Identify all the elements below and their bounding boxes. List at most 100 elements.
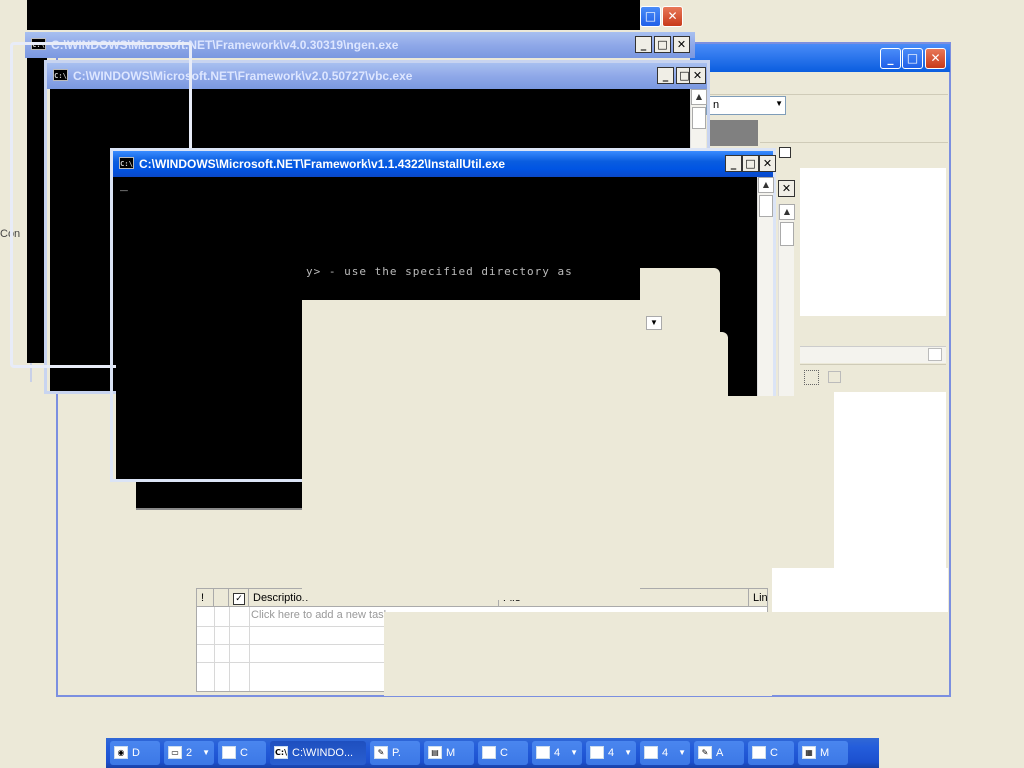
taskbar-button[interactable]: 4 ▼ (640, 741, 690, 765)
taskbar-button-label: C (770, 747, 778, 759)
taskbar-button[interactable]: C (218, 741, 266, 765)
taskbar-button-label: C (240, 747, 248, 759)
ide-panel-close-button[interactable]: ✕ (778, 180, 795, 197)
top-window-maximize-button[interactable]: □ (640, 6, 661, 27)
taskbar-button[interactable]: C:\ C:\WINDO... (270, 741, 366, 765)
task-col-line (249, 607, 250, 691)
task-col-checked[interactable]: ✓ (229, 589, 249, 607)
taskbar-button-label: 4 (554, 747, 561, 759)
ide-properties-panel-lower (772, 568, 948, 612)
ngen-maximize-button[interactable]: □ (654, 36, 671, 53)
dropdown-arrow-icon[interactable]: ▼ (775, 99, 783, 108)
window-icon (752, 746, 766, 759)
ide-panel-icon[interactable] (779, 147, 791, 158)
scroll-thumb[interactable] (692, 107, 706, 129)
ide-explorer-panel (800, 168, 946, 316)
tool-icon: ✎ (698, 746, 712, 759)
ide-panel-scrollbar[interactable]: ▲ (778, 204, 795, 396)
taskbar-button-label: C:\WINDO... (292, 747, 354, 759)
taskbar-button[interactable]: ✎ P. (370, 741, 420, 765)
taskbar-button[interactable]: 4 ▼ (532, 741, 582, 765)
scroll-up-icon[interactable]: ▲ (758, 177, 774, 193)
taskbar-button[interactable]: ▤ M (424, 741, 474, 765)
task-col-priority[interactable]: ! (197, 589, 214, 607)
taskbar-button-label: 4 (662, 747, 669, 759)
installutil-close-button[interactable]: ✕ (759, 155, 776, 172)
chevron-down-icon: ▼ (202, 748, 210, 757)
folder-group-icon: ▭ (168, 746, 182, 759)
ngen-minimize-button[interactable]: _ (635, 36, 652, 53)
chevron-down-icon: ▼ (570, 748, 578, 757)
window-group-icon (644, 746, 658, 759)
ngen-close-button[interactable]: ✕ (673, 36, 690, 53)
ide-properties-toolbar (800, 364, 946, 391)
property-pages-icon[interactable] (828, 371, 841, 383)
scroll-down-fragment[interactable]: ▼ (646, 316, 662, 330)
paint-tool-icon: ✎ (374, 746, 388, 759)
console-icon: C:\ (274, 746, 288, 759)
taskbar-button-label: A (716, 747, 724, 759)
console-cursor: _ (120, 177, 128, 192)
ide-hscroll[interactable] (800, 346, 946, 363)
ide-maximize-button[interactable]: □ (902, 48, 923, 69)
taskbar-button-label: C (500, 747, 508, 759)
task-col-line[interactable]: Lin (749, 589, 767, 607)
window-icon (482, 746, 496, 759)
vbc-close-button[interactable]: ✕ (689, 67, 706, 84)
window-group-icon (536, 746, 550, 759)
taskbar: ◉ D ▭ 2 ▼ C C:\ C:\WINDO... ✎ P. ▤ M C 4 ▼ 4 ▼ 4 ▼ ✎ A C ▦ M (106, 738, 879, 768)
taskbar-button[interactable]: ▭ 2 ▼ (164, 741, 214, 765)
taskbar-button[interactable]: C (748, 741, 794, 765)
console-fragment-bottom (136, 480, 310, 510)
window-group-icon (590, 746, 604, 759)
taskbar-button-label: D (132, 747, 140, 759)
ide-close-button[interactable]: ✕ (925, 48, 946, 69)
task-col-line (214, 607, 215, 691)
installutil-maximize-button[interactable]: □ (742, 155, 759, 172)
taskbar-button[interactable]: 4 ▼ (586, 741, 636, 765)
installutil-scrollbar[interactable]: ▲ (757, 177, 774, 399)
installutil-titlebar[interactable]: C:\ C:\WINDOWS\Microsoft.NET\Framework\v… (113, 151, 773, 177)
window-icon (222, 746, 236, 759)
console-icon: C:\ (119, 157, 134, 169)
chevron-down-icon: ▼ (678, 748, 686, 757)
ide-gray-panel (708, 120, 758, 146)
task-add-placeholder[interactable]: Click here to add a new task (251, 609, 389, 621)
taskbar-button[interactable]: C (478, 741, 528, 765)
console-fragment-top (27, 0, 640, 30)
repaint-artifact (640, 396, 834, 568)
hscroll-thumb[interactable] (928, 348, 942, 361)
taskbar-button-label: 2 (186, 747, 193, 759)
taskbar-button[interactable]: ✎ A (694, 741, 744, 765)
task-col-type[interactable] (214, 589, 229, 607)
taskbar-button-label: M (820, 747, 830, 759)
checkbox-icon: ✓ (233, 593, 245, 605)
app-icon: ▦ (802, 746, 816, 759)
taskbar-button-label: M (446, 747, 456, 759)
scroll-up-icon[interactable]: ▲ (779, 204, 795, 220)
ide-toolbar (690, 72, 948, 95)
document-icon: ▤ (428, 746, 442, 759)
tray-app-icon: ◉ (114, 746, 128, 759)
scroll-thumb[interactable] (780, 222, 794, 246)
taskbar-button[interactable]: ◉ D (110, 741, 160, 765)
repaint-artifact (384, 612, 772, 696)
scroll-up-icon[interactable]: ▲ (691, 89, 707, 105)
taskbar-button-label: P. (392, 747, 401, 759)
repaint-artifact (640, 332, 728, 396)
ide-dropdown[interactable]: n ▼ (706, 96, 786, 115)
ide-minimize-button[interactable]: _ (880, 48, 901, 69)
categorized-icon[interactable] (804, 370, 819, 385)
ide-dropdown-value: n (713, 99, 720, 111)
installutil-minimize-button[interactable]: _ (725, 155, 742, 172)
top-window-close-button[interactable]: ✕ (662, 6, 683, 27)
repaint-artifact (302, 568, 772, 588)
vbc-minimize-button[interactable]: _ (657, 67, 674, 84)
scroll-thumb[interactable] (759, 195, 773, 217)
console-output-line: y> - use the specified directory as (306, 265, 573, 278)
chevron-down-icon: ▼ (624, 748, 632, 757)
installutil-title: C:\WINDOWS\Microsoft.NET\Framework\v1.1.… (139, 157, 506, 171)
taskbar-button[interactable]: ▦ M (798, 741, 848, 765)
task-col-line (229, 607, 230, 691)
taskbar-button-label: 4 (608, 747, 615, 759)
